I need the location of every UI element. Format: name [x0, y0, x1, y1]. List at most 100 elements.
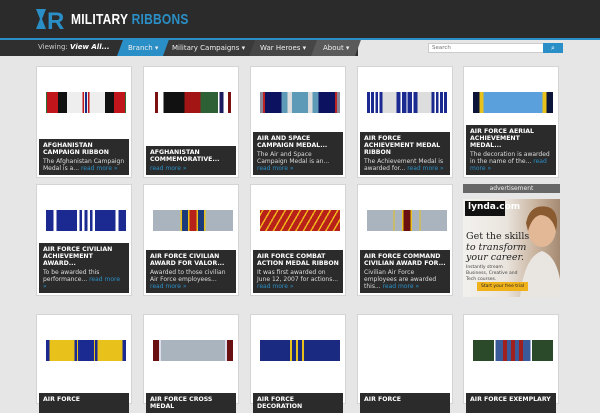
- logo-text-a: MILITARY: [71, 11, 129, 28]
- card-caption: Air Force Cross Medal: [146, 393, 236, 413]
- viewing-value[interactable]: View All...: [70, 43, 110, 51]
- nav-military-campaigns-label: Military Campaigns ▾: [172, 43, 246, 52]
- ad-brand-logo: lynda.com: [465, 201, 520, 216]
- advertisement-banner[interactable]: lynda.com Get the skills to transform your…: [463, 199, 560, 297]
- ribbon-image[interactable]: [260, 210, 340, 231]
- ribbon-card[interactable]: Air Force Cross Medal: [143, 314, 239, 413]
- ribbon-card[interactable]: Air Force Aerial Achievement Medal... The…: [463, 66, 559, 178]
- card-caption: Air and Space Campaign Medal... The Air a…: [253, 132, 343, 175]
- ribbon-image[interactable]: [367, 340, 447, 361]
- ribbon-card[interactable]: Air Force Civilian Achievement Award... T…: [36, 184, 132, 296]
- ad-subtext: Instantly stream Business, Creative and …: [466, 265, 518, 282]
- ad-cta-button[interactable]: Start your free trial: [477, 282, 529, 291]
- ribbon-image[interactable]: [46, 92, 126, 113]
- ribbon-card[interactable]: Air Force Decoration: [250, 314, 346, 413]
- ribbon-card[interactable]: Air and Space Campaign Medal... The Air a…: [250, 66, 346, 178]
- ad-headline-3: your career.: [466, 252, 525, 263]
- card-caption: Afghanistan Commemorative... read more »: [146, 146, 236, 175]
- card-description: Awarded to those civilian Air Force empl…: [150, 269, 232, 290]
- card-description-text: Awarded to those civilian Air Force empl…: [150, 269, 226, 283]
- card-description: The decoration is awarded in the name of…: [470, 151, 552, 172]
- card-caption: Air Force Decoration: [253, 393, 343, 413]
- card-description: The Afghanistan Campaign Medal is a... r…: [43, 158, 125, 172]
- ribbon-image[interactable]: [473, 340, 553, 361]
- ribbon-image[interactable]: [367, 92, 447, 113]
- card-title[interactable]: Air Force Aerial Achievement Medal...: [470, 128, 552, 149]
- card-caption: Air Force Achievement Medal Ribbon The Ac…: [360, 132, 450, 175]
- card-caption: Air Force: [360, 393, 450, 413]
- nav-war-heroes[interactable]: War Heroes ▾: [249, 40, 317, 56]
- search-icon: ⌕: [551, 44, 555, 52]
- card-description: The Achievement Medal is awarded for... …: [364, 158, 446, 172]
- ribbon-image[interactable]: [46, 210, 126, 231]
- search-input[interactable]: [428, 43, 544, 53]
- card-description: To be awarded this performance... read m…: [43, 269, 125, 290]
- ribbon-card[interactable]: Air Force Exemplary: [463, 314, 559, 413]
- read-more-link[interactable]: read more »: [81, 165, 118, 172]
- ad-headline-2: to transform: [466, 241, 527, 253]
- card-caption: Air Force: [39, 393, 129, 413]
- site-header: R MILITARY RIBBONS: [0, 0, 600, 40]
- ribbon-image[interactable]: [473, 92, 553, 113]
- ribbon-card[interactable]: Air Force Achievement Medal Ribbon The Ac…: [357, 66, 453, 178]
- ribbon-image[interactable]: [153, 92, 233, 113]
- card-description: The Air and Space Campaign Medal is an..…: [257, 151, 339, 172]
- card-description-text: The Air and Space Campaign Medal is an..…: [257, 151, 330, 165]
- card-description: Civilian Air Force employees are awarded…: [364, 269, 446, 290]
- svg-text:R: R: [47, 8, 64, 31]
- card-title[interactable]: Air Force Command Civilian Award for...: [364, 253, 446, 267]
- card-caption: Air Force Civilian Achievement Award... T…: [39, 243, 129, 293]
- read-more-link[interactable]: read more »: [257, 283, 294, 290]
- read-more-link[interactable]: read more »: [257, 165, 294, 172]
- card-title[interactable]: Afghanistan Campaign Ribbon: [43, 142, 125, 156]
- logo-text-b: RIBBONS: [131, 11, 189, 28]
- ribbon-image[interactable]: [367, 210, 447, 231]
- read-more-link[interactable]: read more »: [383, 283, 420, 290]
- card-title[interactable]: Air Force Decoration: [257, 396, 339, 410]
- read-more-link[interactable]: read more »: [150, 283, 187, 290]
- card-title[interactable]: Air Force Achievement Medal Ribbon: [364, 135, 446, 156]
- ribbon-card[interactable]: Air Force Command Civilian Award for... C…: [357, 184, 453, 296]
- ribbon-image[interactable]: [153, 340, 233, 361]
- main-nav: Viewing: View All... Branch ▾ Military C…: [0, 40, 600, 56]
- nav-war-heroes-label: War Heroes ▾: [260, 43, 307, 52]
- ribbon-card[interactable]: Air Force Combat Action Medal Ribbon It w…: [250, 184, 346, 296]
- ribbon-card[interactable]: Afghanistan Commemorative... read more »: [143, 66, 239, 178]
- viewing-label: Viewing:: [38, 43, 68, 51]
- card-description-text: It was first awarded on June 12, 2007 fo…: [257, 269, 339, 283]
- site-logo[interactable]: MILITARY RIBBONS: [71, 11, 189, 28]
- card-caption: Air Force Combat Action Medal Ribbon It w…: [253, 250, 343, 293]
- card-caption: Air Force Aerial Achievement Medal... The…: [466, 125, 556, 175]
- ribbon-card[interactable]: Air Force: [357, 314, 453, 413]
- card-title[interactable]: Air Force Combat Action Medal Ribbon: [257, 253, 339, 267]
- search-button[interactable]: ⌕: [543, 43, 563, 53]
- read-more-link[interactable]: read more »: [407, 165, 444, 172]
- ribbon-image[interactable]: [260, 340, 340, 361]
- ribbon-image[interactable]: [153, 210, 233, 231]
- card-title[interactable]: Afghanistan Commemorative...: [150, 149, 232, 163]
- card-description: It was first awarded on June 12, 2007 fo…: [257, 269, 339, 290]
- card-description: read more »: [150, 165, 232, 172]
- ribbon-card[interactable]: Air Force: [36, 314, 132, 413]
- viewing-filter: Viewing: View All...: [38, 43, 110, 51]
- nav-about[interactable]: About ▾: [311, 40, 361, 56]
- card-caption: Air Force Exemplary: [466, 393, 556, 413]
- ribbon-card[interactable]: Air Force Civilian Award for Valor... Awa…: [143, 184, 239, 296]
- ribbon-image[interactable]: [260, 92, 340, 113]
- nav-military-campaigns[interactable]: Military Campaigns ▾: [163, 40, 255, 56]
- nav-branch[interactable]: Branch ▾: [117, 40, 169, 56]
- card-caption: Air Force Command Civilian Award for... C…: [360, 250, 450, 293]
- advertisement-label: advertisement: [463, 184, 560, 193]
- card-title[interactable]: Air and Space Campaign Medal...: [257, 135, 339, 149]
- ad-headline: Get the skills to transform your career.: [466, 231, 529, 264]
- card-title[interactable]: Air Force Civilian Achievement Award...: [43, 246, 125, 267]
- ribbon-image[interactable]: [46, 340, 126, 361]
- card-caption: Air Force Civilian Award for Valor... Awa…: [146, 250, 236, 293]
- card-title[interactable]: Air Force Civilian Award for Valor...: [150, 253, 232, 267]
- card-title[interactable]: Air Force Cross Medal: [150, 396, 232, 410]
- nav-branch-label: Branch ▾: [127, 43, 159, 52]
- read-more-link[interactable]: read more »: [150, 165, 187, 172]
- card-caption: Afghanistan Campaign Ribbon The Afghanist…: [39, 139, 129, 175]
- ribbon-card[interactable]: Afghanistan Campaign Ribbon The Afghanist…: [36, 66, 132, 178]
- logo-icon[interactable]: R: [36, 7, 66, 31]
